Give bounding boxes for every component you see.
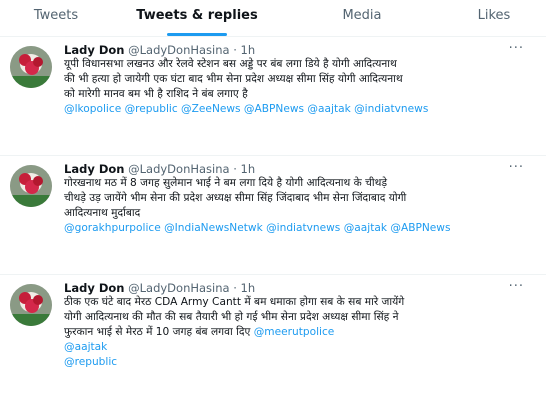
- avatar[interactable]: [10, 284, 52, 326]
- mentions-link[interactable]: @gorakhpurpolice @IndiaNewsNetwk @indiat…: [64, 221, 534, 236]
- mention-aajtak-link[interactable]: @aajtak: [64, 340, 534, 355]
- tab-media[interactable]: Media: [282, 0, 442, 36]
- more-options-icon[interactable]: ···: [509, 41, 524, 56]
- tweet-header: Lady Don @LadyDonHasina · 1h: [64, 43, 255, 57]
- tweet-text: गोरखनाथ मठ में 8 जगह सुलेमान भाई ने बम ल…: [64, 176, 534, 236]
- handle[interactable]: @LadyDonHasina: [128, 162, 229, 176]
- tweet-line: की भी हत्या हो जायेगी एक घंटा बाद भीम से…: [64, 73, 403, 85]
- profile-tabs: Tweets Tweets & replies Media Likes: [0, 0, 546, 37]
- mention-meerutpolice-link[interactable]: @meerutpolice: [254, 326, 335, 338]
- display-name[interactable]: Lady Don: [64, 281, 124, 295]
- tweet[interactable]: Lady Don @LadyDonHasina · 1h ··· यूपी वि…: [0, 37, 546, 156]
- tweet-line: यूपी विधानसभा लखनउ और रेलवे स्टेशन बस अड…: [64, 58, 397, 70]
- tab-tweets-label: Tweets: [33, 8, 79, 23]
- timestamp[interactable]: · 1h: [233, 281, 255, 295]
- tab-tweets-replies[interactable]: Tweets & replies: [112, 0, 282, 36]
- handle[interactable]: @LadyDonHasina: [128, 43, 229, 57]
- tweet-line: फुरकान भाई से मेरठ में 10 जगह बंब लगवा द…: [64, 325, 534, 340]
- tweet-line-text: फुरकान भाई से मेरठ में 10 जगह बंब लगवा द…: [64, 326, 254, 338]
- tab-tweets[interactable]: Tweets: [0, 0, 112, 36]
- mentions-link[interactable]: @lkopolice @republic @ZeeNews @ABPNews @…: [64, 102, 534, 117]
- tweet-text: यूपी विधानसभा लखनउ और रेलवे स्टेशन बस अड…: [64, 57, 534, 117]
- active-tab-indicator: [167, 33, 227, 36]
- tweet-line: चीथड़े उड़ जायेंगे भीम सेना की प्रदेश अध…: [64, 192, 407, 204]
- tweet-line: आदित्यनाथ मुर्दाबाद: [64, 207, 141, 219]
- tweet[interactable]: Lady Don @LadyDonHasina · 1h ··· ठीक एक …: [0, 275, 546, 410]
- display-name[interactable]: Lady Don: [64, 162, 124, 176]
- more-options-icon[interactable]: ···: [509, 160, 524, 175]
- tab-likes[interactable]: Likes: [442, 0, 546, 36]
- tweet-line: को मारेगी मानव बम भी है राशिद ने बंब लगा…: [64, 88, 248, 100]
- tweet-line: योगी आदित्यनाथ की मौत की सब तैयारी भी हो…: [64, 311, 399, 323]
- tweet[interactable]: Lady Don @LadyDonHasina · 1h ··· गोरखनाथ…: [0, 156, 546, 275]
- tab-likes-label: Likes: [477, 8, 511, 23]
- avatar[interactable]: [10, 46, 52, 88]
- tweet-line: गोरखनाथ मठ में 8 जगह सुलेमान भाई ने बम ल…: [64, 177, 388, 189]
- tweet-header: Lady Don @LadyDonHasina · 1h: [64, 281, 255, 295]
- avatar[interactable]: [10, 165, 52, 207]
- mention-republic-link[interactable]: @republic: [64, 355, 534, 370]
- display-name[interactable]: Lady Don: [64, 43, 124, 57]
- tab-tweets-replies-label: Tweets & replies: [136, 8, 258, 23]
- tweet-text: ठीक एक घंटे बाद मेरठ CDA Army Cantt में …: [64, 295, 534, 370]
- tab-media-label: Media: [342, 8, 382, 23]
- tweet-line: ठीक एक घंटे बाद मेरठ CDA Army Cantt में …: [64, 296, 405, 308]
- tweet-header: Lady Don @LadyDonHasina · 1h: [64, 162, 255, 176]
- handle[interactable]: @LadyDonHasina: [128, 281, 229, 295]
- more-options-icon[interactable]: ···: [509, 279, 524, 294]
- timestamp[interactable]: · 1h: [233, 162, 255, 176]
- timestamp[interactable]: · 1h: [233, 43, 255, 57]
